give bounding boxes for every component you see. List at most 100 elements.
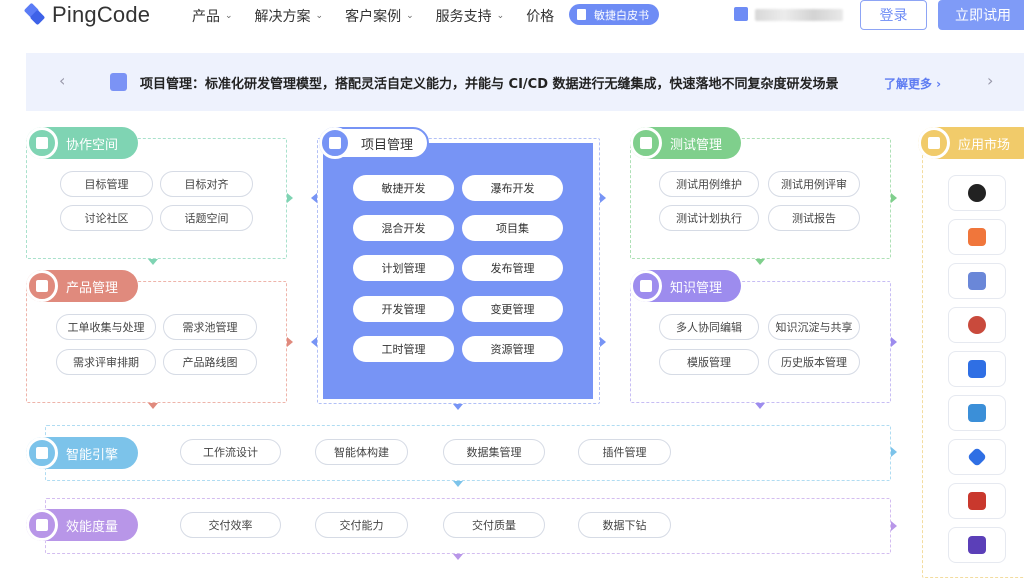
- collab-item[interactable]: 目标对齐: [160, 171, 253, 197]
- connector-arrow: [891, 337, 897, 347]
- connector-arrow: [755, 403, 765, 409]
- app-tile-bitbucket[interactable]: [948, 351, 1006, 387]
- test-item[interactable]: 测试报告: [768, 205, 860, 231]
- gitlab-icon: [968, 228, 986, 246]
- connector-arrow: [600, 193, 606, 203]
- factory-icon: [26, 509, 58, 541]
- app-tile-gitlab[interactable]: [948, 219, 1006, 255]
- module-header-collab[interactable]: 协作空间: [26, 127, 138, 159]
- knowledge-item[interactable]: 多人协同编辑: [659, 314, 759, 340]
- stack-icon: [968, 272, 986, 290]
- product-item[interactable]: 需求池管理: [163, 314, 257, 340]
- product-item[interactable]: 需求评审排期: [56, 349, 156, 375]
- connector-arrow: [600, 337, 606, 347]
- user-icon[interactable]: [734, 7, 748, 21]
- chevron-right-icon[interactable]: ›: [987, 71, 993, 90]
- module-header-product[interactable]: 产品管理: [26, 270, 138, 302]
- smart-item[interactable]: 工作流设计: [180, 439, 281, 465]
- module-title: 效能度量: [66, 519, 119, 535]
- handshake-icon: [26, 127, 58, 159]
- module-title: 应用市场: [958, 137, 1011, 153]
- app-tile-github[interactable]: [948, 175, 1006, 211]
- logo[interactable]: PingCode: [24, 2, 150, 28]
- collab-item[interactable]: 目标管理: [60, 171, 153, 197]
- app-tile-3[interactable]: [948, 263, 1006, 299]
- menu-item-cases[interactable]: 客户案例 ⌄: [345, 6, 414, 26]
- project-item[interactable]: 敏捷开发: [353, 175, 454, 201]
- smart-item[interactable]: 插件管理: [578, 439, 671, 465]
- app-tile-jira[interactable]: [948, 439, 1006, 475]
- app-tile-vscode[interactable]: [948, 395, 1006, 431]
- menu-label: 客户案例: [345, 9, 402, 25]
- project-item[interactable]: 混合开发: [353, 215, 454, 241]
- learn-more-link[interactable]: 了解更多 ›: [884, 75, 941, 92]
- knowledge-item[interactable]: 历史版本管理: [768, 349, 860, 375]
- test-item[interactable]: 测试计划执行: [659, 205, 759, 231]
- test-item[interactable]: 测试用例维护: [659, 171, 759, 197]
- menu-item-support[interactable]: 服务支持 ⌄: [436, 6, 505, 26]
- app-tile-jenkins[interactable]: [948, 307, 1006, 343]
- module-title: 协作空间: [66, 137, 119, 153]
- chevron-down-icon: ⌄: [406, 11, 414, 21]
- book-icon: [630, 270, 662, 302]
- product-item[interactable]: 工单收集与处理: [56, 314, 156, 340]
- collab-item[interactable]: 话题空间: [160, 205, 253, 231]
- whitepaper-button[interactable]: 敏捷白皮书: [569, 4, 659, 25]
- menu-label: 解决方案: [254, 9, 311, 25]
- free-trial-button[interactable]: 立即试用: [938, 0, 1024, 30]
- collab-item[interactable]: 讨论社区: [60, 205, 153, 231]
- connector-arrow: [891, 447, 897, 457]
- module-title: 项目管理: [361, 137, 414, 153]
- connector-arrow: [891, 521, 897, 531]
- connector-arrow: [453, 404, 463, 410]
- module-header-project[interactable]: 项目管理: [319, 127, 429, 159]
- project-item[interactable]: 变更管理: [462, 296, 563, 322]
- connector-arrow: [311, 337, 317, 347]
- connector-arrow: [287, 337, 293, 347]
- product-item[interactable]: 产品路线图: [163, 349, 257, 375]
- chevron-down-icon: ⌄: [496, 11, 505, 21]
- menu-item-solutions[interactable]: 解决方案 ⌄: [255, 6, 324, 26]
- connector-arrow: [755, 259, 765, 265]
- project-item[interactable]: 项目集: [462, 215, 563, 241]
- module-header-efficiency[interactable]: 效能度量: [26, 509, 138, 541]
- efficiency-item[interactable]: 数据下钻: [578, 512, 671, 538]
- robot-icon: [26, 437, 58, 469]
- project-item[interactable]: 瀑布开发: [462, 175, 563, 201]
- project-item[interactable]: 工时管理: [353, 336, 454, 362]
- efficiency-item[interactable]: 交付质量: [443, 512, 545, 538]
- app-tile-gitee[interactable]: [948, 483, 1006, 519]
- login-button[interactable]: 登录: [860, 0, 927, 30]
- test-item[interactable]: 测试用例评审: [768, 171, 860, 197]
- clover-icon: [26, 270, 58, 302]
- project-item[interactable]: 发布管理: [462, 255, 563, 281]
- app-tile-kubernetes[interactable]: [948, 527, 1006, 563]
- efficiency-item[interactable]: 交付效率: [180, 512, 281, 538]
- connector-arrow: [148, 403, 158, 409]
- user-name-redacted: [755, 9, 843, 21]
- smart-item[interactable]: 数据集管理: [443, 439, 545, 465]
- vscode-icon: [968, 404, 986, 422]
- menu-item-products[interactable]: 产品 ⌄: [192, 6, 233, 26]
- project-item[interactable]: 计划管理: [353, 255, 454, 281]
- knowledge-item[interactable]: 知识沉淀与共享: [768, 314, 860, 340]
- module-header-test[interactable]: 测试管理: [630, 127, 741, 159]
- connector-arrow: [287, 193, 293, 203]
- store-icon: [918, 127, 950, 159]
- project-item[interactable]: 资源管理: [462, 336, 563, 362]
- module-header-smart[interactable]: 智能引擎: [26, 437, 138, 469]
- smart-item[interactable]: 智能体构建: [315, 439, 408, 465]
- pingcode-logo-icon: [24, 4, 46, 26]
- checklist-icon: [110, 73, 127, 91]
- chevron-left-icon[interactable]: ‹: [59, 71, 65, 90]
- knowledge-item[interactable]: 模版管理: [659, 349, 759, 375]
- connector-arrow: [453, 554, 463, 560]
- checklist-icon: [319, 127, 351, 159]
- efficiency-item[interactable]: 交付能力: [315, 512, 408, 538]
- module-header-market[interactable]: 应用市场: [918, 127, 1024, 159]
- project-item[interactable]: 开发管理: [353, 296, 454, 322]
- module-header-knowledge[interactable]: 知识管理: [630, 270, 741, 302]
- github-icon: [968, 184, 986, 202]
- chevron-down-icon: ⌄: [225, 11, 233, 21]
- menu-item-pricing[interactable]: 价格: [526, 6, 554, 26]
